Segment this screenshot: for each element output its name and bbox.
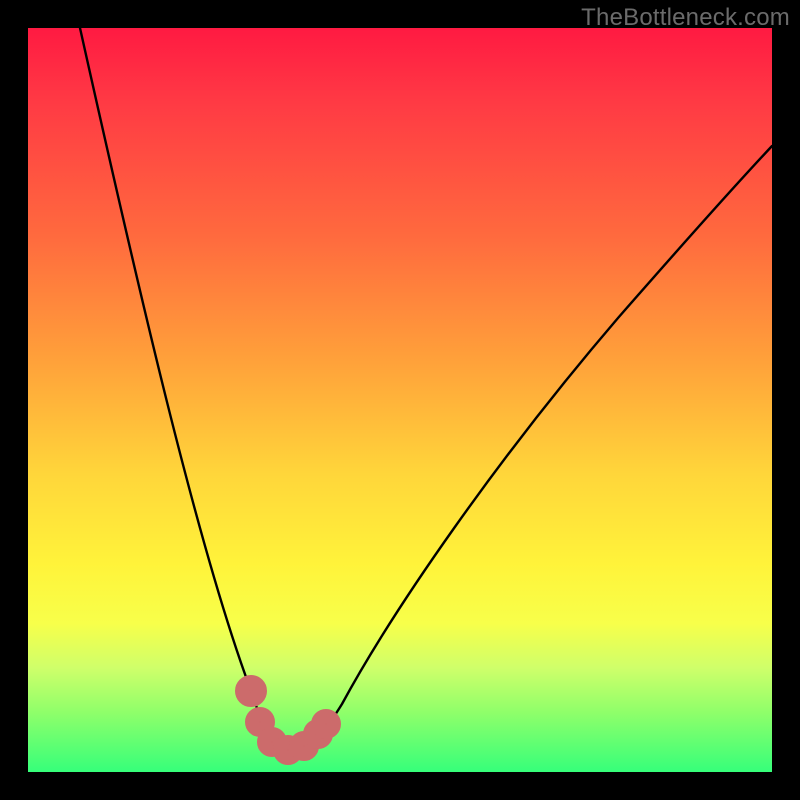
- bottleneck-curve: [80, 28, 772, 750]
- plot-area: [28, 28, 772, 772]
- chart-svg: [28, 28, 772, 772]
- chart-frame: TheBottleneck.com: [0, 0, 800, 800]
- curve-path: [80, 28, 772, 750]
- curve-minimum-highlight: [242, 682, 334, 758]
